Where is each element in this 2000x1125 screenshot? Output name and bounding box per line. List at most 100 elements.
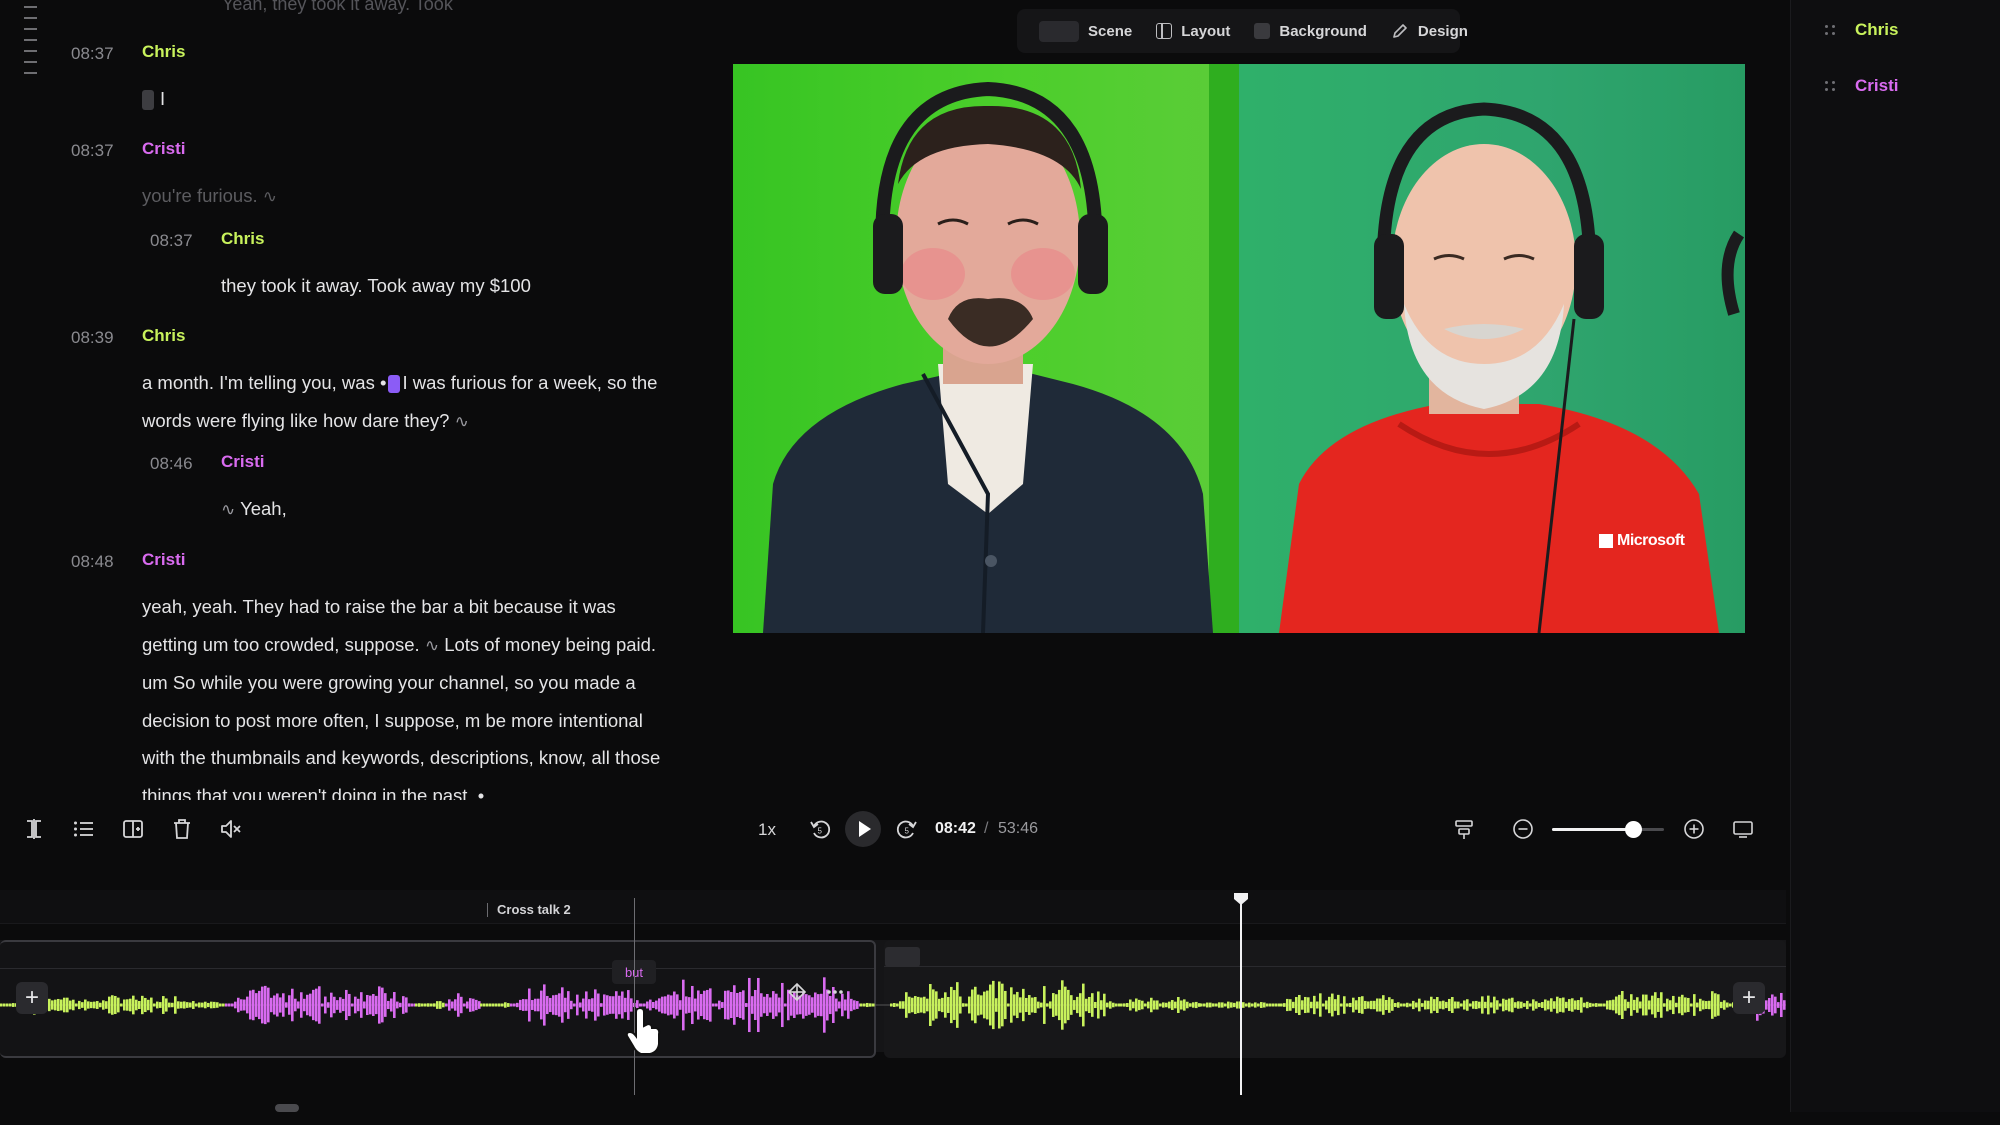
add-before-button[interactable]: + [16,982,48,1014]
waveform-bar [1651,995,1654,1015]
play-button[interactable] [845,811,881,847]
waveform-bar [965,1003,968,1007]
playback-speed[interactable]: 1x [758,820,776,840]
waveform-bar [618,995,621,1015]
entry-text[interactable]: ∿ Yeah, [221,490,700,529]
waveform-bar [1028,995,1031,1015]
waveform-bar [1487,995,1490,1015]
waveform-bar [1765,1000,1768,1010]
waveform-bar [384,993,387,1017]
timeline[interactable]: Cross talk 2 + + but [0,890,1786,1095]
scene-button[interactable]: Scene [1027,9,1144,53]
waveform-bar [977,994,980,1016]
entry-time: 08:37 [150,231,193,250]
zoom-slider-knob[interactable] [1624,821,1642,838]
delete-button[interactable] [166,813,198,845]
entry-speaker[interactable]: Cristi [221,452,264,472]
entry-speaker[interactable]: Cristi [142,550,185,570]
speaker-item-chris[interactable]: Chris [1825,20,1898,40]
waveform-bar [135,999,138,1011]
timeline-scrollbar[interactable] [275,1104,299,1112]
waveform-bar [1376,998,1379,1012]
zoom-out-button[interactable] [1507,813,1539,845]
entry-speaker[interactable]: Cristi [142,139,185,159]
speaker-item-cristi[interactable]: Cristi [1825,76,1898,96]
more-options-icon[interactable] [827,990,843,994]
waveform-bar [1466,999,1469,1011]
waveform-bar [1349,1002,1352,1008]
waveform-bar [811,997,814,1013]
waveform-bar [1156,1000,1159,1010]
waveform-bar [1064,986,1067,1024]
entry-text[interactable]: a month. I'm telling you, was • I was fur… [142,364,662,440]
split-button[interactable] [18,813,50,845]
video-preview[interactable]: Microsoft [733,64,1745,633]
waveform-bar [751,996,754,1014]
waveform-bar [1603,1003,1606,1007]
entry-time: 08:37 [71,141,114,160]
align-button[interactable] [1448,813,1480,845]
screen-button[interactable] [1727,813,1759,845]
entry-text[interactable]: I [142,80,662,118]
waveform-bar [902,1001,905,1009]
mute-button[interactable] [215,813,247,845]
add-after-button[interactable]: + [1733,982,1765,1014]
drag-handle-icon[interactable] [1825,81,1835,91]
waveform-bar [396,1001,399,1009]
waveform-bar [231,1003,234,1007]
waveform-bar [1412,1000,1415,1010]
timeline-ruler[interactable] [0,890,1786,924]
waveform-bar [1242,1002,1245,1008]
waveform-bar [1367,1001,1370,1009]
layout-button[interactable]: Layout [1144,9,1242,53]
waveform-bar [992,980,995,1030]
forward-button[interactable]: 5 [891,813,923,845]
list-button[interactable] [68,813,100,845]
background-button[interactable]: Background [1242,9,1379,53]
entry-text[interactable]: yeah, yeah. They had to raise the bar a … [142,588,662,800]
waveform-bar [501,1003,504,1007]
entry-time: 08:48 [71,552,114,571]
waveform-bar [6,1003,9,1007]
drag-handle-icon[interactable] [1825,25,1835,35]
zoom-in-button[interactable] [1678,813,1710,845]
waveform-bar [1729,1003,1732,1007]
audio-waveform[interactable] [0,945,1786,1065]
waveform-bar [1553,1001,1556,1009]
waveform-bar [522,999,525,1011]
design-button[interactable]: Design [1379,9,1480,53]
waveform-bar [48,998,51,1012]
entry-speaker[interactable]: Chris [142,42,185,62]
playhead[interactable] [1240,898,1242,1095]
rewind-button[interactable]: 5 [804,813,836,845]
waveform-bar [463,1003,466,1007]
entry-text[interactable]: they took it away. Took away my $100 [221,267,700,305]
zoom-slider[interactable] [1552,821,1664,838]
marker-label[interactable]: Cross talk 2 [487,903,571,917]
waveform-bar [1672,995,1675,1015]
waveform-bar [454,999,457,1011]
insert-button[interactable] [117,813,149,845]
transcript-scroll-indicator[interactable] [24,6,37,83]
entry-speaker[interactable]: Chris [221,229,264,249]
audio-wave-icon: ∿ [221,500,236,519]
waveform-bar [445,1003,448,1007]
waveform-bar [1505,999,1508,1011]
waveform-bar [829,995,832,1015]
waveform-bar [72,999,75,1011]
waveform-bar [486,1003,489,1007]
entry-text[interactable]: you're furious. ∿ [142,177,662,216]
waveform-bar [342,998,345,1012]
waveform-bar [561,987,564,1023]
waveform-bar [81,1002,84,1008]
waveform-bar [87,1001,90,1009]
waveform-bar [246,996,249,1014]
waveform-bar [285,1002,288,1008]
waveform-bar [1639,1001,1642,1009]
entry-speaker[interactable]: Chris [142,326,185,346]
waveform-bar [968,996,971,1014]
waveform-bar [691,985,694,1025]
waveform-bar [838,1001,841,1009]
waveform-bar [372,994,375,1016]
waveform-bar [378,986,381,1024]
